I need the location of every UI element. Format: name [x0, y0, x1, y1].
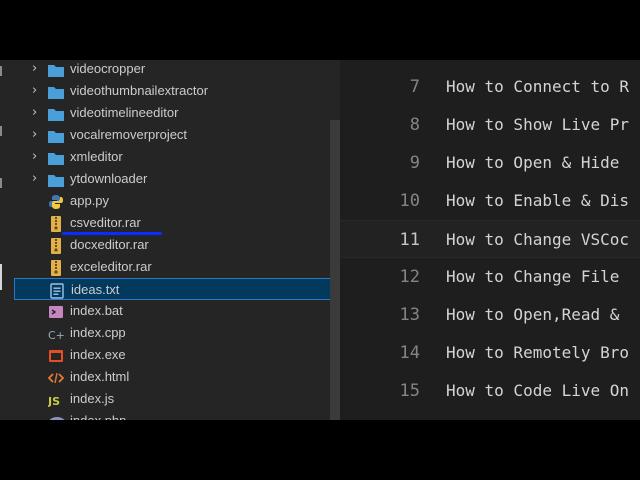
code-line[interactable]: 12 How to Change File [340, 258, 640, 296]
code-line[interactable]: 15 How to Code Live On [340, 372, 640, 410]
file-item[interactable]: index.php [14, 410, 340, 420]
code-line[interactable]: 9 How to Open & Hide [340, 144, 640, 182]
file-item[interactable]: JS index.js [14, 388, 340, 410]
explorer-item-label: docxeditor.rar [70, 237, 149, 252]
line-number: 10 [399, 191, 420, 211]
line-number: 13 [399, 305, 420, 325]
file-item[interactable]: app.py [14, 190, 340, 212]
letterbox-bottom [0, 420, 640, 480]
file-explorer: › videocropper › videothumbnailextractor › vi… [14, 60, 340, 420]
code-line[interactable]: 10 How to Enable & Dis [340, 182, 640, 220]
line-number: 14 [399, 343, 420, 363]
vscode-window: › videocropper › videothumbnailextractor › vi… [0, 60, 640, 420]
file-item[interactable]: C++ index.cpp [14, 322, 340, 344]
explorer-scrollbar[interactable] [330, 120, 340, 420]
activity-indicator [0, 178, 2, 188]
chevron-right-icon[interactable]: › [32, 80, 44, 102]
line-text: How to Open,Read & [446, 305, 620, 324]
explorer-item-label: xmleditor [70, 149, 123, 164]
line-number: 9 [409, 153, 420, 173]
annotation-underline [62, 232, 162, 235]
folder-icon [48, 128, 64, 143]
folder-icon [48, 62, 64, 77]
archive-file-icon [48, 216, 64, 232]
folder-icon [48, 172, 64, 187]
explorer-item-label: index.php [70, 410, 126, 420]
line-text: How to Change VSCoc [446, 230, 630, 249]
file-item[interactable]: docxeditor.rar [14, 234, 340, 256]
python-file-icon [48, 194, 64, 209]
explorer-item-label: ytdownloader [70, 171, 148, 186]
letterbox-top [0, 0, 640, 60]
file-item[interactable]: index.bat [14, 300, 340, 322]
code-line[interactable]: 13 How to Open,Read & [340, 296, 640, 334]
line-text: How to Remotely Bro [446, 343, 630, 362]
folder-item[interactable]: › videocropper [14, 60, 340, 80]
explorer-item-label: ideas.txt [71, 282, 120, 297]
activity-indicator [0, 126, 2, 136]
cpp-file-icon: C++ [48, 326, 74, 342]
svg-text:JS: JS [48, 395, 60, 407]
code-editor[interactable]: 7 How to Connect to R 8 How to Show Live Pr… [340, 60, 640, 420]
chevron-right-icon[interactable]: › [32, 124, 44, 146]
folder-item[interactable]: › videothumbnailextractor [14, 80, 340, 102]
explorer-item-label: vocalremoverproject [70, 127, 188, 142]
archive-file-icon [48, 238, 64, 254]
folder-icon [48, 150, 64, 165]
active-view-indicator [0, 264, 2, 290]
file-item[interactable]: exceleditor.rar [14, 256, 340, 278]
file-item[interactable]: ideas.txt [14, 278, 340, 300]
file-item[interactable]: index.html [14, 366, 340, 388]
html-file-icon [47, 370, 65, 384]
text-file-icon [49, 283, 65, 299]
file-item[interactable]: index.exe [14, 344, 340, 366]
line-number: 7 [409, 77, 420, 97]
chevron-right-icon[interactable]: › [32, 102, 44, 124]
folder-icon [48, 106, 64, 121]
svg-text:C++: C++ [48, 329, 66, 341]
explorer-item-label: videothumbnailextractor [70, 83, 209, 98]
explorer-item-label: index.cpp [70, 325, 126, 340]
explorer-item-label: index.bat [70, 303, 123, 318]
explorer-item-label: index.js [70, 391, 115, 406]
line-text: How to Open & Hide [446, 153, 620, 172]
activity-indicator [0, 66, 2, 76]
line-number: 15 [399, 381, 420, 401]
explorer-item-label: index.html [70, 369, 130, 384]
folder-item[interactable]: › xmleditor [14, 146, 340, 168]
explorer-item-label: exceleditor.rar [70, 259, 152, 274]
file-item[interactable]: csveditor.rar [14, 212, 340, 234]
explorer-item-label: app.py [70, 193, 110, 208]
activity-bar [0, 60, 14, 420]
archive-file-icon [48, 260, 64, 276]
code-line[interactable]: 14 How to Remotely Bro [340, 334, 640, 372]
line-text: How to Show Live Pr [446, 115, 630, 134]
folder-item[interactable]: › ytdownloader [14, 168, 340, 190]
js-file-icon: JS [47, 392, 64, 408]
folder-item[interactable]: › videotimelineeditor [14, 102, 340, 124]
folder-icon [48, 84, 64, 99]
chevron-right-icon[interactable]: › [32, 168, 44, 190]
explorer-item-label: index.exe [70, 347, 126, 362]
explorer-item-label: csveditor.rar [70, 215, 141, 230]
batch-file-icon [48, 304, 64, 318]
line-number: 12 [399, 267, 420, 287]
line-text: How to Change File [446, 267, 620, 286]
line-number: 11 [399, 230, 420, 250]
line-number: 8 [409, 115, 420, 135]
code-line[interactable]: 8 How to Show Live Pr [340, 106, 640, 144]
chevron-right-icon[interactable]: › [32, 146, 44, 168]
current-code-line[interactable]: 11 How to Change VSCoc [340, 220, 640, 258]
chevron-right-icon[interactable]: › [32, 60, 44, 80]
explorer-item-label: videotimelineeditor [70, 105, 179, 120]
line-text: How to Enable & Dis [446, 191, 630, 210]
line-text: How to Connect to R [446, 77, 630, 96]
explorer-item-label: videocropper [70, 61, 146, 76]
line-text: How to Code Live On [446, 381, 630, 400]
folder-item[interactable]: › vocalremoverproject [14, 124, 340, 146]
code-line[interactable]: 7 How to Connect to R [340, 68, 640, 106]
exe-file-icon [48, 348, 64, 362]
